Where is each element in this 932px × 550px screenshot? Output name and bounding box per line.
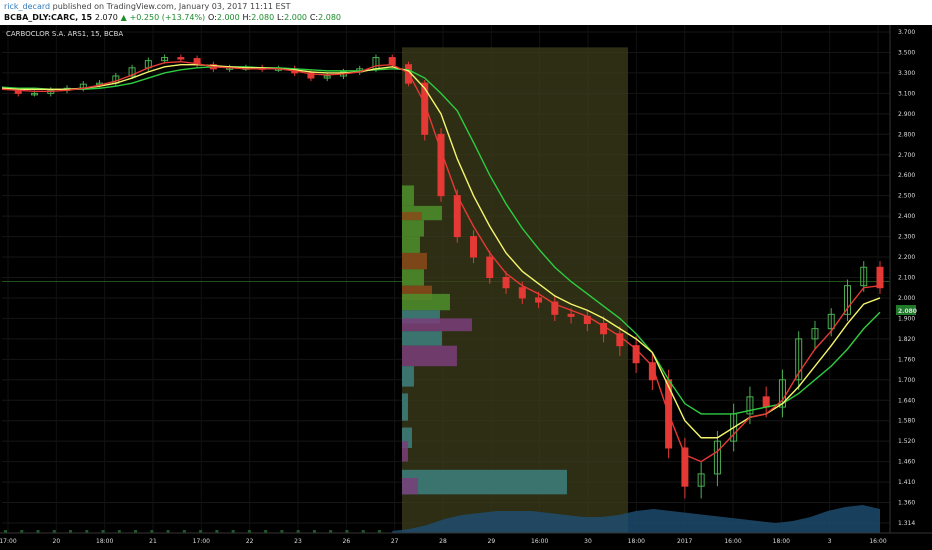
published-line: rick_decard published on TradingView.com… xyxy=(4,2,291,11)
time-tick-label: 18:00 xyxy=(96,538,113,545)
price-change: +0.250 (+13.74%) xyxy=(129,13,206,22)
time-tick-label: 17:00 xyxy=(0,538,17,545)
time-tick-label: 16:00 xyxy=(724,538,741,545)
time-tick-label: 17:00 xyxy=(193,538,210,545)
price-tick-label: 3.700 xyxy=(898,29,915,36)
close-label: C: xyxy=(309,13,319,22)
time-tick-label: 3 xyxy=(828,538,832,545)
price-tick-label: 2.100 xyxy=(898,275,915,282)
time-tick-label: 27 xyxy=(391,538,399,545)
volume-profile-bar xyxy=(401,469,567,495)
high-value: 2.080 xyxy=(251,13,275,22)
time-tick-label: 16:00 xyxy=(531,538,548,545)
time-tick-label: 16:00 xyxy=(869,538,886,545)
price-tick-label: 3.100 xyxy=(898,90,915,97)
price-tick-label: 1.760 xyxy=(898,356,915,363)
volume-profile-bar xyxy=(401,393,408,421)
candle-body xyxy=(502,277,510,289)
volume-profile-bar xyxy=(401,366,414,387)
published-text: published on TradingView.com, January 03… xyxy=(52,2,291,11)
price-tick-label: 1.460 xyxy=(898,459,915,466)
price-tick-label: 2.800 xyxy=(898,131,915,138)
header-bar: rick_decard published on TradingView.com… xyxy=(0,0,932,25)
chart-title: CARBOCLOR S.A. ARS1, 15, BCBA xyxy=(6,30,123,38)
price-tag-label: 2.080 xyxy=(898,308,917,315)
time-tick-label: 2017 xyxy=(677,538,692,545)
volume-profile-bar xyxy=(401,293,450,311)
volume-profile-bar xyxy=(401,212,422,221)
time-tick-label: 30 xyxy=(584,538,592,545)
price-tick-label: 1.640 xyxy=(898,397,915,404)
time-tick-label: 20 xyxy=(53,538,61,545)
time-tick-label: 21 xyxy=(149,538,157,545)
price-tick-label: 1.700 xyxy=(898,377,915,384)
price-tag: 2.080 xyxy=(896,305,917,315)
price-tick-label: 1.314 xyxy=(898,520,915,527)
volume-profile-bar xyxy=(401,236,420,253)
price-tick-label: 2.500 xyxy=(898,193,915,200)
high-label: H: xyxy=(242,13,252,22)
username-link[interactable]: rick_decard xyxy=(4,2,50,11)
candle-body xyxy=(535,297,543,303)
volume-profile-bar xyxy=(401,441,408,462)
candle-body xyxy=(567,313,575,317)
price-tick-label: 3.500 xyxy=(898,49,915,56)
time-tick-label: 18:00 xyxy=(628,538,645,545)
price-tick-label: 2.300 xyxy=(898,234,915,241)
price-tick-label: 3.300 xyxy=(898,70,915,77)
price-tick-label: 2.700 xyxy=(898,152,915,159)
open-value: 2.000 xyxy=(216,13,240,22)
candle-body xyxy=(876,266,884,289)
price-tick-label: 2.400 xyxy=(898,213,915,220)
time-tick-label: 22 xyxy=(246,538,254,545)
volume-profile-bar xyxy=(401,318,472,332)
open-label: O: xyxy=(207,13,217,22)
time-tick-label: 28 xyxy=(439,538,447,545)
last-price: 2.070 xyxy=(94,13,118,22)
time-tick-label: 29 xyxy=(488,538,496,545)
candle-body xyxy=(486,256,494,279)
quote-line: BCBA_DLY:CARC, 15 2.070 ▲ +0.250 (+13.74… xyxy=(4,13,341,22)
volume-profile-bar xyxy=(401,252,427,270)
symbol-label: BCBA_DLY:CARC, 15 xyxy=(4,13,93,22)
volume-profile-bar xyxy=(401,331,442,346)
close-value: 2.080 xyxy=(318,13,341,22)
time-tick-label: 26 xyxy=(343,538,351,545)
up-arrow-icon: ▲ xyxy=(120,13,127,22)
candle-body xyxy=(453,195,461,238)
highlight-rect xyxy=(401,47,628,533)
price-tick-label: 1.360 xyxy=(898,500,915,507)
price-tick-label: 2.200 xyxy=(898,254,915,261)
price-tick-label: 2.900 xyxy=(898,111,915,118)
time-tick-label: 23 xyxy=(294,538,302,545)
price-chart[interactable]: 3.700 3.500 3.300 3.100 2.900 2.800 2.700 2.600… xyxy=(0,25,932,550)
volume-profile-bar xyxy=(401,185,414,206)
price-tick-label: 1.520 xyxy=(898,438,915,445)
candle-body xyxy=(177,57,185,60)
volume-profile-bar xyxy=(401,345,457,367)
candle-body xyxy=(470,236,478,258)
time-tick-label: 18:00 xyxy=(773,538,790,545)
volume-profile-bar xyxy=(401,220,424,237)
candle-body xyxy=(762,396,770,408)
candle-body xyxy=(14,90,22,94)
low-value: 2.000 xyxy=(284,13,308,22)
price-tick-label: 1.410 xyxy=(898,479,915,486)
candle-body xyxy=(388,57,396,66)
candle-body xyxy=(518,287,526,299)
price-tick-label: 1.580 xyxy=(898,418,915,425)
volume-profile-bar xyxy=(401,269,424,286)
highlight-zone xyxy=(401,47,628,533)
price-tick-label: 1.820 xyxy=(898,336,915,343)
price-tick-label: 1.900 xyxy=(898,315,915,322)
price-tick-label: 2.600 xyxy=(898,172,915,179)
volume-profile-bar xyxy=(401,477,418,495)
price-tick-label: 2.000 xyxy=(898,295,915,302)
